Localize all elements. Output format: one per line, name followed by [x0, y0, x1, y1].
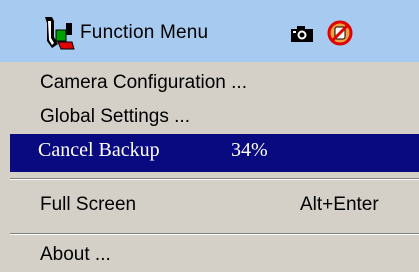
- menu-item-about[interactable]: About ...: [10, 238, 419, 272]
- menu-separator: [10, 178, 419, 180]
- menu-item-cancel-backup[interactable]: Cancel Backup 34%: [10, 134, 419, 172]
- menu-separator: [10, 233, 419, 235]
- menu-item-full-screen[interactable]: Full Screen Alt+Enter: [10, 188, 419, 222]
- menu-item-camera-configuration[interactable]: Camera Configuration ...: [10, 66, 419, 100]
- menu-title: Function Menu: [80, 22, 209, 43]
- camera-icon[interactable]: [290, 24, 314, 44]
- menu-header: Function Menu: [0, 0, 419, 62]
- menu-item-label: About ...: [40, 244, 111, 265]
- menu-item-label: Global Settings ...: [40, 106, 190, 127]
- menu-item-global-settings[interactable]: Global Settings ...: [10, 100, 419, 134]
- tools-icon: [38, 13, 78, 53]
- menu-item-label: Cancel Backup: [38, 139, 160, 161]
- shortcut-label: Alt+Enter: [300, 194, 379, 215]
- no-smoking-icon[interactable]: [326, 19, 354, 47]
- function-menu: Function Menu Camera Configuration ... G…: [0, 0, 419, 268]
- menu-item-label: Full Screen: [40, 194, 137, 215]
- menu-item-label: Camera Configuration ...: [40, 72, 247, 93]
- backup-progress-text: 34%: [231, 139, 268, 161]
